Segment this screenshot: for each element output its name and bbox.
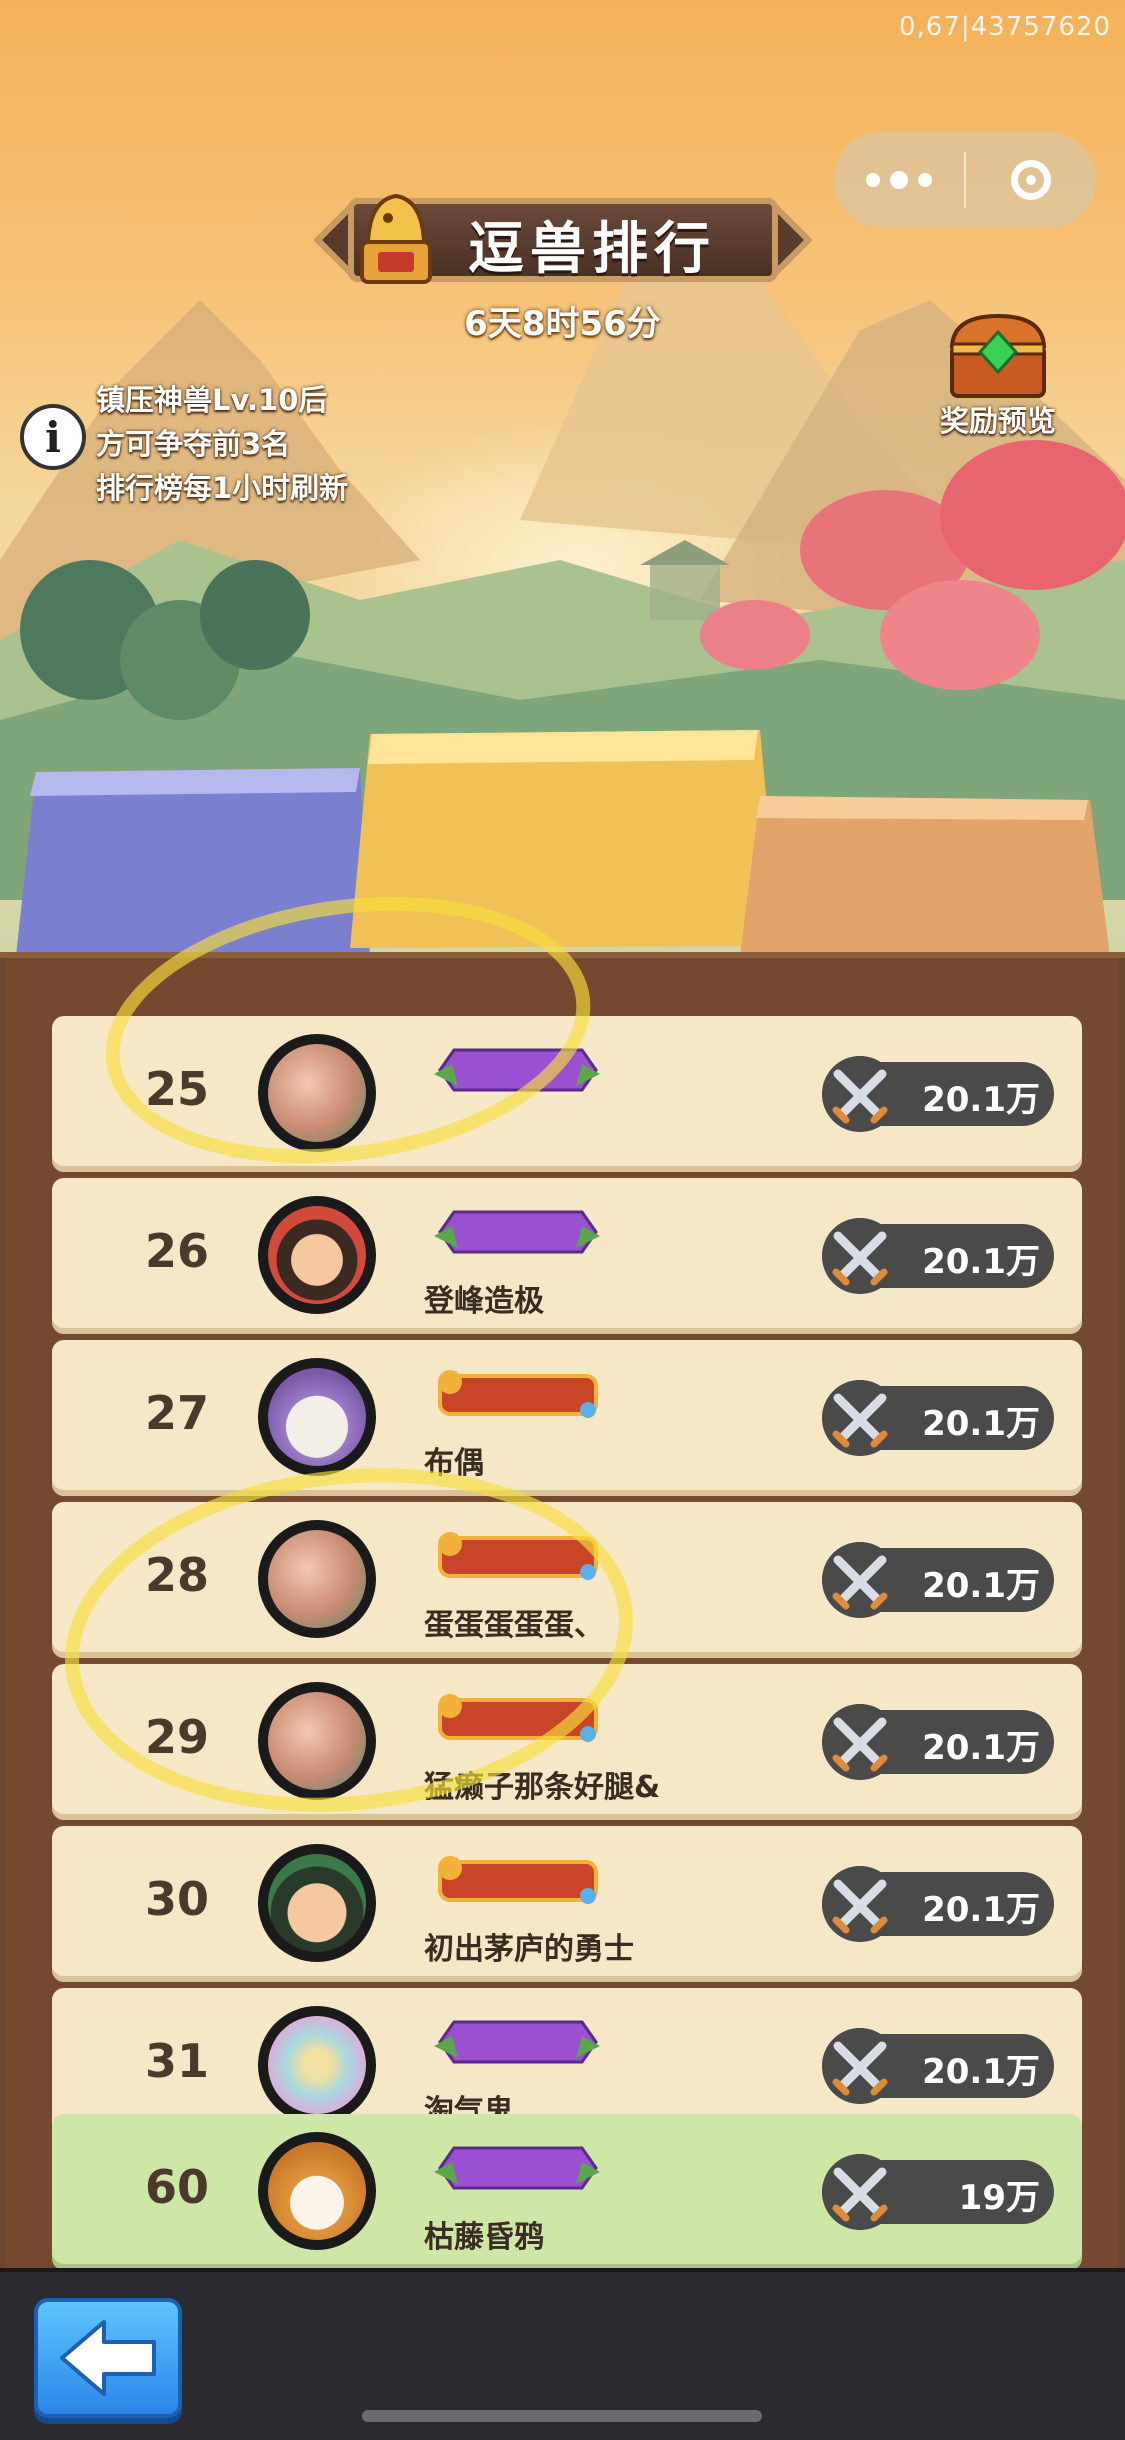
back-button[interactable] — [34, 2298, 182, 2418]
power-value: 20.1万 — [922, 1242, 1040, 1282]
crossed-swords-icon — [822, 1866, 898, 1942]
rank-number: 25 — [144, 1062, 209, 1116]
page-title: 逗兽排行 — [468, 217, 716, 282]
ranking-row[interactable]: 27 布偶 20.1万 — [52, 1340, 1082, 1496]
info-icon[interactable]: i — [20, 404, 86, 470]
info-line: 方可争夺前3名 — [96, 427, 291, 461]
power-value: 20.1万 — [922, 1728, 1040, 1768]
crossed-swords-icon — [822, 1056, 898, 1132]
crossed-swords-icon — [822, 1542, 898, 1618]
rank-number: 60 — [144, 2160, 209, 2214]
player-avatar[interactable] — [258, 1844, 376, 1962]
crossed-swords-icon — [822, 1218, 898, 1294]
player-avatar[interactable] — [258, 1034, 376, 1152]
rank-number: 30 — [144, 1872, 209, 1926]
player-name: 登峰造极 — [424, 1284, 544, 1319]
title-badge-purple — [434, 1210, 600, 1254]
ranking-row[interactable]: 29 猛癞子那条好腿& 20.1万 — [52, 1664, 1082, 1820]
title-badge-purple — [434, 2146, 600, 2190]
trophy-icon — [360, 193, 432, 284]
power-value: 20.1万 — [922, 1080, 1040, 1120]
title-badge-gold — [438, 1370, 598, 1418]
rank-number: 29 — [144, 1710, 209, 1764]
ranking-row[interactable]: 30 初出茅庐的勇士 20.1万 — [52, 1826, 1082, 1982]
player-name: 初出茅庐的勇士 — [424, 1932, 634, 1967]
power-pill: 20.1万 — [822, 1056, 1054, 1132]
power-pill: 20.1万 — [822, 1542, 1054, 1618]
title-badge-gold — [438, 1532, 598, 1580]
hero-avatar — [268, 1854, 366, 1952]
warrior-avatar — [268, 1206, 366, 1304]
power-pill: 20.1万 — [822, 2028, 1054, 2104]
ranking-list[interactable]: 25 20.1万 26 登峰造极 20.1万 27 布偶 20.1万 28 蛋蛋… — [6, 958, 1119, 2268]
bottom-bar — [0, 2268, 1125, 2440]
ranking-row[interactable]: 26 登峰造极 20.1万 — [52, 1178, 1082, 1334]
home-indicator — [362, 2410, 762, 2422]
blossom-2 — [940, 440, 1125, 590]
power-value: 20.1万 — [922, 1890, 1040, 1930]
ranking-row[interactable]: 28 蛋蛋蛋蛋蛋、 20.1万 — [52, 1502, 1082, 1658]
power-pill: 20.1万 — [822, 1380, 1054, 1456]
shiba-avatar — [268, 2142, 366, 2240]
title-badge-gold — [438, 1694, 598, 1742]
title-badge-gold — [438, 1856, 598, 1904]
power-pill: 19万 — [822, 2154, 1054, 2230]
player-avatar[interactable] — [258, 1358, 376, 1476]
crossed-swords-icon — [822, 2028, 898, 2104]
title-badge-purple — [434, 2020, 600, 2064]
player-avatar[interactable] — [258, 2132, 376, 2250]
rank-number: 31 — [144, 2034, 209, 2088]
butterfly-avatar — [268, 2016, 366, 2114]
player-name: 枯藤昏鸦 — [424, 2220, 544, 2255]
info-text: 镇压神兽Lv.10后 方可争夺前3名 排行榜每1小时刷新 — [96, 378, 348, 510]
crossed-swords-icon — [822, 1380, 898, 1456]
crossed-swords-icon — [822, 1704, 898, 1780]
back-arrow-icon — [60, 2320, 156, 2396]
power-value: 19万 — [958, 2178, 1040, 2218]
info-line: 镇压神兽Lv.10后 — [96, 383, 328, 417]
corner-id-text: 0,67|43757620 — [899, 12, 1111, 42]
ranking-panel: 25 20.1万 26 登峰造极 20.1万 27 布偶 20.1万 28 蛋蛋… — [0, 952, 1125, 2268]
rank-number: 28 — [144, 1548, 209, 1602]
player-name: 猛癞子那条好腿& — [424, 1770, 661, 1805]
blossom-3 — [880, 580, 1040, 690]
close-target-icon[interactable] — [966, 132, 1096, 228]
power-pill: 20.1万 — [822, 1704, 1054, 1780]
power-pill: 20.1万 — [822, 1866, 1054, 1942]
power-value: 20.1万 — [922, 1404, 1040, 1444]
title-badge-purple — [434, 1048, 600, 1092]
crossed-swords-icon — [822, 2154, 898, 2230]
sheep-avatar — [268, 1368, 366, 1466]
power-pill: 20.1万 — [822, 1218, 1054, 1294]
baby-photo-avatar — [268, 1044, 366, 1142]
player-name: 布偶 — [424, 1446, 484, 1481]
rank-number: 27 — [144, 1386, 209, 1440]
baby-photo-avatar — [268, 1530, 366, 1628]
reward-preview-label[interactable]: 奖励预览 — [918, 398, 1078, 440]
treasure-chest-icon[interactable] — [946, 310, 1050, 402]
rank-number: 26 — [144, 1224, 209, 1278]
ranking-row[interactable]: 25 20.1万 — [52, 1016, 1082, 1172]
title-banner: 逗兽排行 — [313, 190, 813, 290]
tree-left-3 — [200, 560, 310, 670]
player-avatar[interactable] — [258, 1520, 376, 1638]
power-value: 20.1万 — [922, 1566, 1040, 1606]
self-ranking-row[interactable]: 60 枯藤昏鸦 19万 — [52, 2114, 1082, 2268]
info-line: 排行榜每1小时刷新 — [96, 471, 349, 505]
podium — [16, 730, 1110, 956]
baby-photo-avatar — [268, 1692, 366, 1790]
more-dots-icon[interactable] — [834, 132, 964, 228]
miniprogram-capsule — [834, 132, 1096, 228]
player-avatar[interactable] — [258, 1682, 376, 1800]
player-name: 蛋蛋蛋蛋蛋、 — [424, 1608, 604, 1643]
player-avatar[interactable] — [258, 1196, 376, 1314]
power-value: 20.1万 — [922, 2052, 1040, 2092]
blossom-4 — [700, 600, 810, 670]
player-avatar[interactable] — [258, 2006, 376, 2124]
